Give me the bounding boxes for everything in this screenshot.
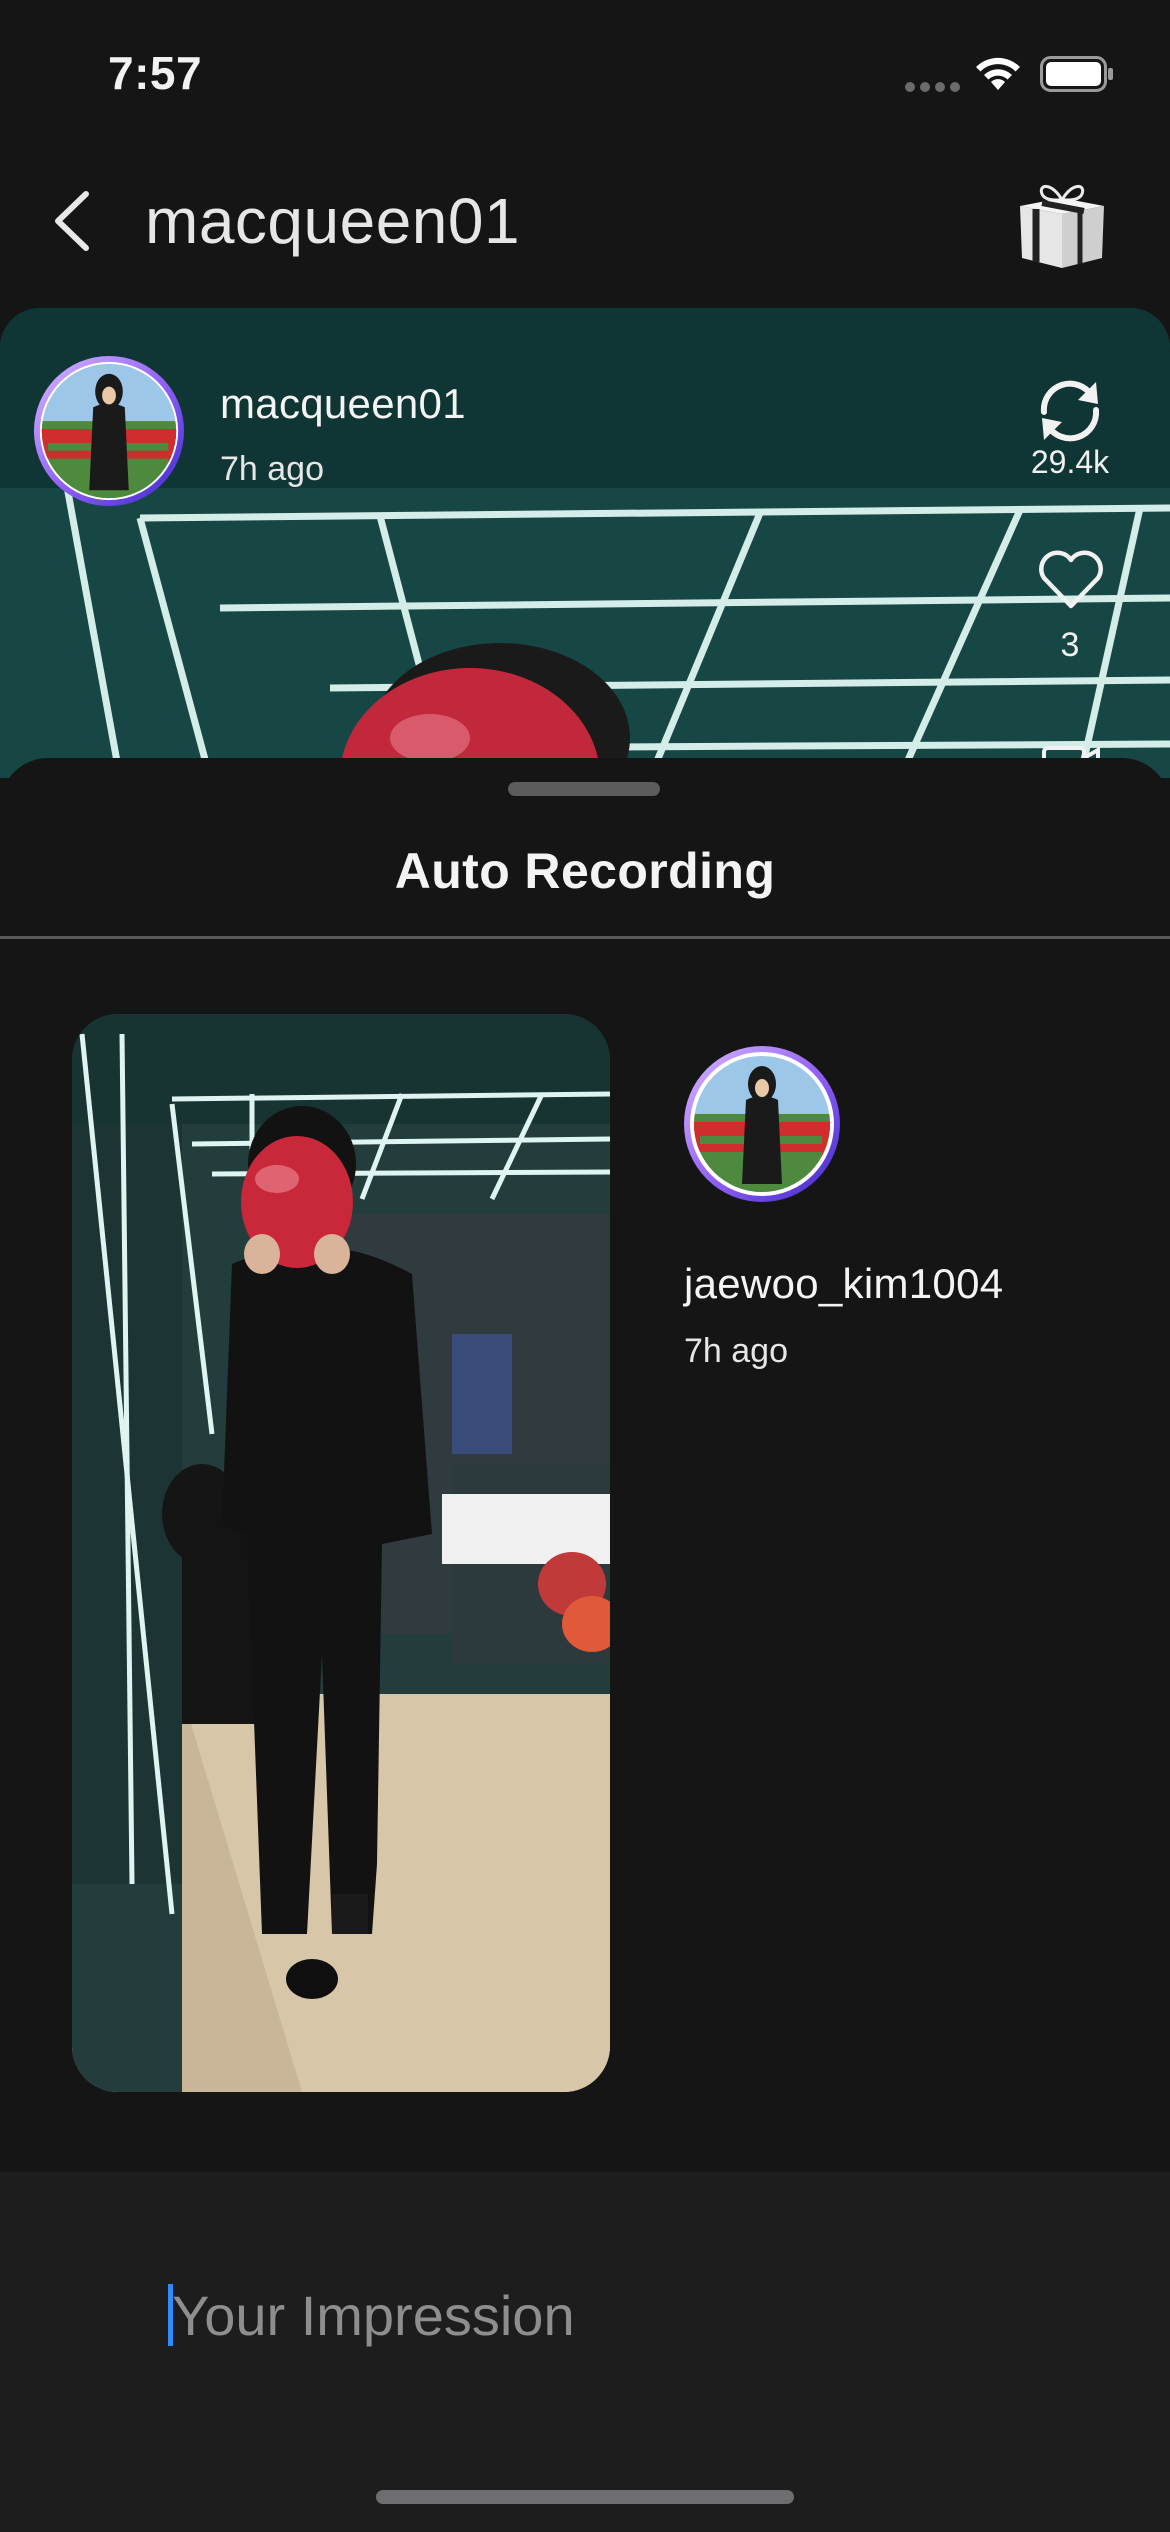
sheet-divider (0, 936, 1170, 939)
recording-username[interactable]: jaewoo_kim1004 (684, 1260, 1003, 1308)
like-count: 3 (1060, 626, 1080, 664)
heart-icon[interactable] (1036, 548, 1106, 612)
post-username[interactable]: macqueen01 (220, 380, 466, 428)
sheet-drag-handle[interactable] (508, 782, 660, 796)
back-chevron-icon[interactable] (46, 186, 100, 256)
battery-icon (1040, 56, 1113, 92)
recording-video-thumbnail[interactable] (72, 1014, 610, 2092)
recording-time: 7h ago (684, 1332, 788, 1370)
post-card[interactable]: macqueen01 7h ago 29.4k 3 (0, 308, 1170, 778)
impression-input[interactable] (172, 2270, 1032, 2360)
status-time: 7:57 (108, 47, 203, 99)
page-title: macqueen01 (145, 185, 521, 257)
post-avatar[interactable] (30, 352, 188, 510)
post-time: 7h ago (220, 450, 324, 488)
status-bar: 7:57 (0, 0, 1170, 140)
repost-icon[interactable] (1030, 374, 1110, 448)
wifi-icon (976, 57, 1020, 90)
recording-user-avatar[interactable] (682, 1044, 842, 1204)
signal-dots-icon (905, 82, 960, 92)
home-indicator[interactable] (376, 2490, 794, 2504)
sheet-title: Auto Recording (394, 843, 776, 899)
repost-count: 29.4k (1030, 444, 1110, 480)
gift-box-icon[interactable] (1012, 178, 1112, 270)
